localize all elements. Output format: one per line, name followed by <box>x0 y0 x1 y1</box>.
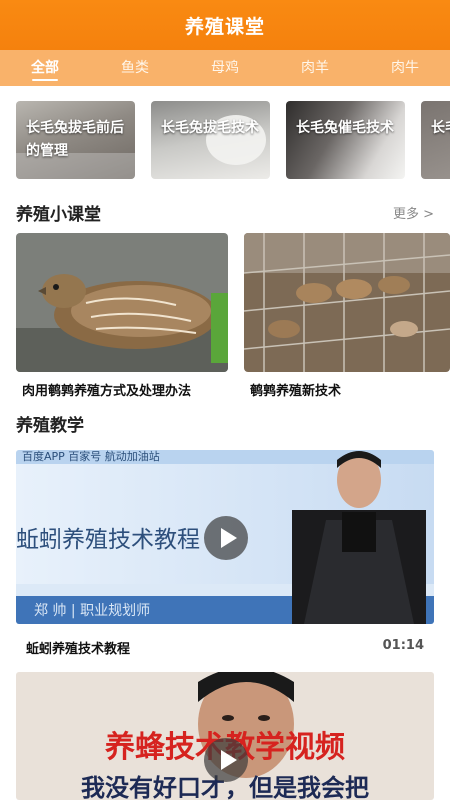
tab-mutton-sheep[interactable]: 肉羊 <box>270 50 360 86</box>
section-title-classroom: 养殖小课堂 <box>16 205 101 225</box>
video-overlay-title: 蚯蚓养殖技术教程 <box>16 527 200 553</box>
banner-card[interactable]: 长毛兔拔毛前后的管理 <box>16 101 135 179</box>
quail-card[interactable] <box>244 233 450 372</box>
page-title: 养殖课堂 <box>184 15 265 38</box>
card-caption: 鹌鹑养殖新技术 <box>250 384 342 399</box>
banner-card[interactable]: 长毛兔养殖 <box>421 101 450 179</box>
app-header: 养殖课堂 <box>0 0 450 50</box>
tab-beef-cattle[interactable]: 肉牛 <box>360 50 450 86</box>
video-caption: 蚯蚓养殖技术教程 <box>26 642 131 657</box>
video-overlay-subtitle: 郑 帅 | 职业规划师 <box>34 603 151 619</box>
banner-title: 长毛兔拔毛前后的管理 <box>26 120 124 159</box>
video-overlay-brand: 百度APP 百家号 航动加油站 <box>22 450 160 463</box>
card-caption: 肉用鹌鹑养殖方式及处理办法 <box>22 384 192 399</box>
banner-title: 长毛兔催毛技术 <box>296 120 394 136</box>
quail-cage-image <box>244 233 450 372</box>
play-button[interactable] <box>204 516 248 560</box>
section-title-teaching: 养殖教学 <box>16 416 84 436</box>
video-player[interactable]: 百度APP 百家号 航动加油站 蚯蚓养殖技术教程 郑 帅 | 职业规划师 <box>16 450 434 624</box>
rabbit-image <box>421 101 450 179</box>
quail-card[interactable] <box>16 233 228 372</box>
more-link[interactable]: 更多 > <box>393 203 434 222</box>
quail-image <box>16 233 228 372</box>
presenter-image <box>292 451 426 624</box>
banner-card[interactable]: 长毛兔拔毛技术 <box>151 101 270 179</box>
banner-title: 长毛兔养殖 <box>431 120 450 136</box>
banner-carousel[interactable]: 长毛兔拔毛前后的管理 长毛兔拔毛技术 长毛兔催毛技术 长毛兔养殖 <box>16 101 450 179</box>
tab-fish[interactable]: 鱼类 <box>90 50 180 86</box>
video-duration: 01:14 <box>382 638 424 653</box>
play-button[interactable] <box>204 738 248 782</box>
banner-card[interactable]: 长毛兔催毛技术 <box>286 101 405 179</box>
banner-title: 长毛兔拔毛技术 <box>161 120 259 136</box>
rabbit-image <box>286 101 405 179</box>
tab-hen[interactable]: 母鸡 <box>180 50 270 86</box>
category-tabs: 全部 鱼类 母鸡 肉羊 肉牛 <box>0 50 450 86</box>
tab-all[interactable]: 全部 <box>0 50 90 86</box>
video-player[interactable]: 养蜂技术教学视频 我没有好口才，但是我会把 <box>16 672 434 800</box>
